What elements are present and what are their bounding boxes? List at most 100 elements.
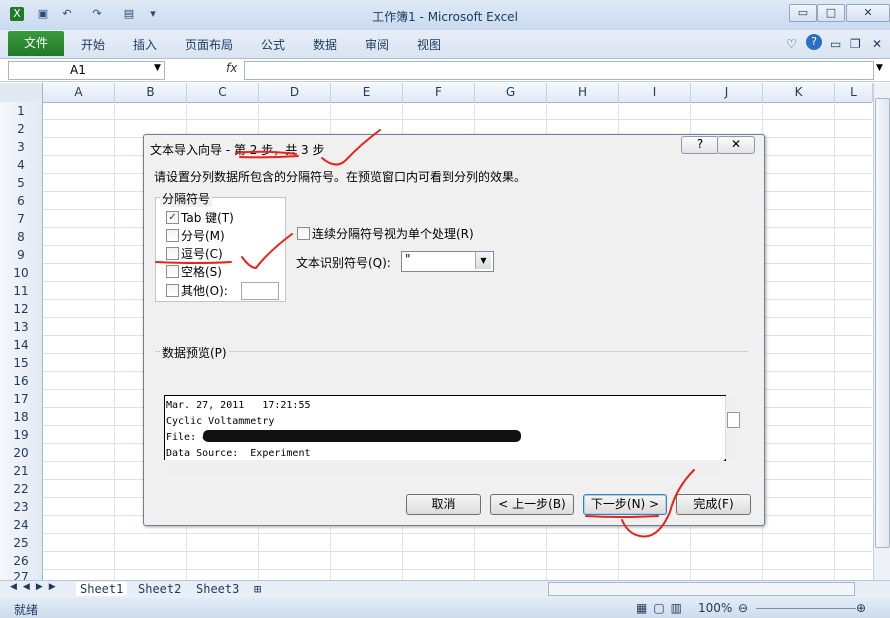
row-header[interactable]: 25 [0,534,43,553]
row-header[interactable]: 20 [0,444,43,463]
minimize-button[interactable]: ▭ [789,4,817,22]
column-header-f[interactable]: F [403,83,475,102]
row-header[interactable]: 21 [0,462,43,481]
cancel-button[interactable]: 取消 [406,494,481,515]
other-checkbox[interactable] [166,284,179,297]
maximize-button[interactable]: □ [817,4,845,22]
text-qualifier-label: 文本识别符号(Q): [296,256,391,270]
tab-insert[interactable]: 插入 [133,36,157,53]
tab-page-layout[interactable]: 页面布局 [185,36,233,53]
row-header[interactable]: 18 [0,408,43,427]
chevron-down-icon[interactable]: ▼ [475,252,491,269]
semicolon-checkbox[interactable] [166,229,179,242]
row-header[interactable]: 16 [0,372,43,391]
tab-formulas[interactable]: 公式 [261,36,285,53]
dialog-help-button[interactable]: ? [681,136,719,154]
minimize-ribbon-icon[interactable]: ♡ [786,37,797,51]
sheet-tab-sheet3[interactable]: Sheet3 [196,582,239,596]
column-header-k[interactable]: K [763,83,835,102]
row-header[interactable]: 11 [0,282,43,301]
doc-minimize-icon[interactable]: ▭ [830,37,841,51]
consecutive-checkbox[interactable] [297,227,310,240]
column-header-a[interactable]: A [43,83,115,102]
row-header[interactable]: 2 [0,120,43,139]
preview-horizontal-scrollbar[interactable] [164,460,724,474]
sheet-nav-arrows-icon[interactable]: ◀◀▶▶ [10,582,62,592]
tab-view[interactable]: 视图 [417,36,441,53]
expand-formula-bar-icon[interactable]: ▼ [876,63,883,73]
tab-checkbox-label: Tab 键(T) [181,211,234,225]
column-header-l[interactable]: L [835,83,873,102]
row-header[interactable]: 3 [0,138,43,157]
redaction-scribble [203,430,521,442]
select-all-corner[interactable] [0,83,43,102]
zoom-slider[interactable] [756,608,856,609]
comma-checkbox[interactable] [166,247,179,260]
zoom-level[interactable]: 100% [698,601,732,615]
row-header[interactable]: 7 [0,210,43,229]
insert-function-icon[interactable]: fx [226,61,237,75]
dialog-instruction: 请设置分列数据所包含的分隔符号。在预览窗口内可看到分列的效果。 [154,170,527,184]
row-header[interactable]: 4 [0,156,43,175]
row-header[interactable]: 17 [0,390,43,409]
doc-close-icon[interactable]: ✕ [872,37,882,51]
row-header[interactable]: 8 [0,228,43,247]
row-header[interactable]: 22 [0,480,43,499]
column-header-h[interactable]: H [547,83,619,102]
text-qualifier-value: " [405,252,411,266]
sheet-tab-sheet2[interactable]: Sheet2 [138,582,181,596]
name-box-dropdown-icon[interactable]: ▼ [154,63,161,73]
column-header-b[interactable]: B [115,83,187,102]
help-icon[interactable]: ? [806,34,822,50]
column-header-i[interactable]: I [619,83,691,102]
name-box-value: A1 [70,63,86,77]
column-header-j[interactable]: J [691,83,763,102]
tab-home[interactable]: 开始 [81,36,105,53]
other-delimiter-input[interactable] [241,282,279,300]
row-header[interactable]: 6 [0,192,43,211]
comma-checkbox-label: 逗号(C) [181,247,223,261]
insert-sheet-icon[interactable]: ⊞ [254,582,261,596]
row-header[interactable]: 12 [0,300,43,319]
row-header[interactable]: 26 [0,552,43,571]
column-header-d[interactable]: D [259,83,331,102]
zoom-in-icon[interactable]: ⊕ [856,601,866,615]
preview-group-legend: 数据预览(P) [160,344,229,361]
zoom-out-icon[interactable]: ⊖ [738,601,748,615]
sheet-tab-sheet1[interactable]: Sheet1 [76,582,128,596]
space-checkbox-label: 空格(S) [181,265,222,279]
back-button[interactable]: < 上一步(B) [490,494,574,515]
tab-checkbox[interactable]: ✓ [166,211,179,224]
vertical-scroll-thumb[interactable] [875,98,890,548]
preview-line: Data Source: Experiment [166,448,311,459]
row-header[interactable]: 9 [0,246,43,265]
row-header[interactable]: 19 [0,426,43,445]
next-button[interactable]: 下一步(N) > [583,494,667,515]
finish-button[interactable]: 完成(F) [676,494,751,515]
row-header[interactable]: 15 [0,354,43,373]
column-header-g[interactable]: G [475,83,547,102]
delimiter-group-legend: 分隔符号 [160,190,213,207]
column-header-e[interactable]: E [331,83,403,102]
dialog-close-button[interactable]: ✕ [717,136,755,154]
row-header[interactable]: 14 [0,336,43,355]
tab-review[interactable]: 审阅 [365,36,389,53]
row-header[interactable]: 5 [0,174,43,193]
horizontal-scrollbar[interactable] [548,582,855,596]
preview-scroll-thumb[interactable] [727,412,740,428]
row-header[interactable]: 24 [0,516,43,535]
row-header[interactable]: 1 [0,102,43,121]
name-box[interactable] [8,61,165,80]
view-mode-icons[interactable]: ▦▢▥ [636,601,688,615]
tab-file[interactable]: 文件 [8,31,64,56]
row-header[interactable]: 10 [0,264,43,283]
space-checkbox[interactable] [166,265,179,278]
close-button[interactable]: ✕ [846,4,890,22]
tab-data[interactable]: 数据 [313,36,337,53]
doc-restore-icon[interactable]: ❐ [850,37,861,51]
row-header[interactable]: 23 [0,498,43,517]
row-header[interactable]: 13 [0,318,43,337]
formula-input[interactable] [244,61,874,80]
other-checkbox-label: 其他(O): [181,284,228,298]
column-header-c[interactable]: C [187,83,259,102]
